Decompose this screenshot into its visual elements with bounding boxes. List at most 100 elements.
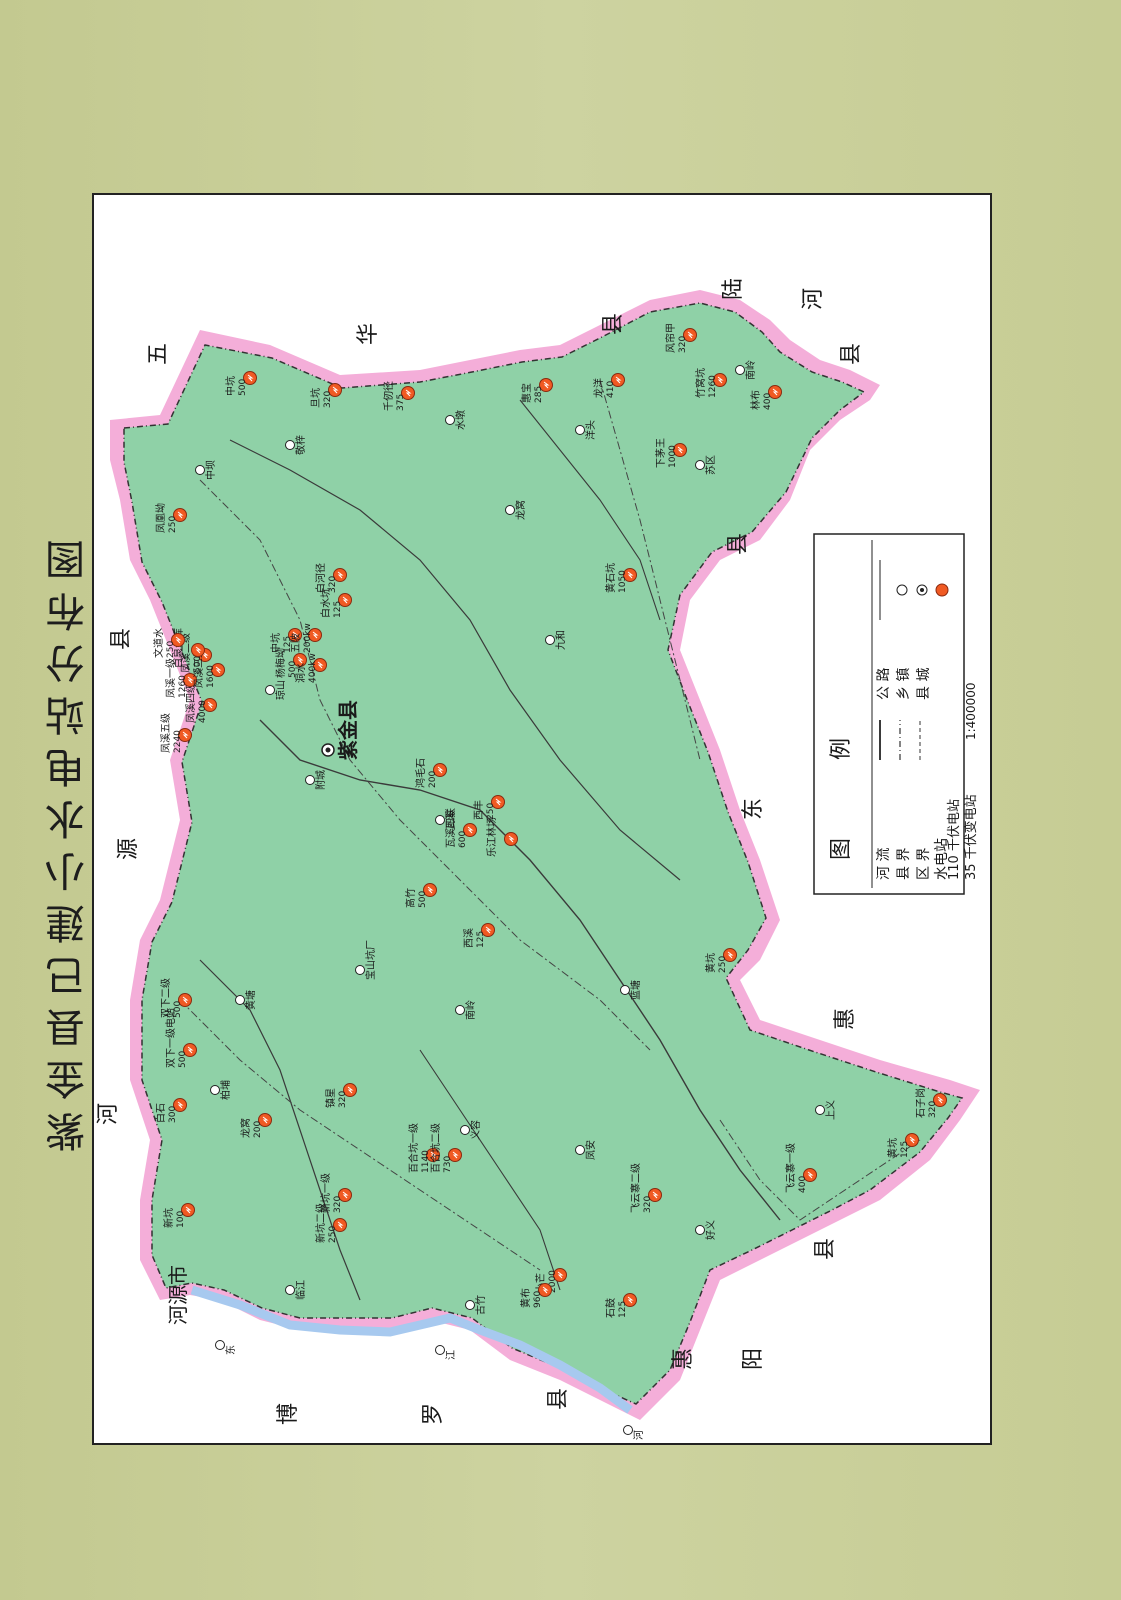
- town-label: 东: [224, 1345, 237, 1355]
- neighbor-label: 县: [546, 1388, 571, 1410]
- station-name: 惠宝: [520, 383, 533, 403]
- station-capacity: 320: [928, 1101, 938, 1118]
- station-name: 中坑: [224, 376, 237, 396]
- station-name: 五陂: [289, 633, 302, 653]
- town-icon: [620, 985, 630, 995]
- town-icon: [505, 505, 515, 515]
- station-capacity: 1140: [421, 1150, 431, 1173]
- station-capacity: 125: [333, 601, 343, 618]
- station-capacity: 200: [428, 771, 438, 788]
- station-capacity: 320: [338, 1091, 348, 1108]
- town-label: 凤安: [584, 1140, 597, 1160]
- town-label: 中坝: [204, 460, 217, 480]
- station-name: 黄坑: [886, 1138, 899, 1158]
- town-icon: [195, 465, 205, 475]
- station-name: 千仞径: [382, 381, 395, 411]
- neighbor-label: 河: [96, 1103, 121, 1125]
- town-icon: [465, 1300, 475, 1310]
- station-capacity: 250: [328, 1226, 338, 1243]
- station-capacity: 1600: [206, 665, 216, 688]
- map-canvas: 河 源 县 五 华 县 陆 河 县 东 县 惠 县 阳 惠 县 罗 博 河源市 …: [96, 278, 980, 1440]
- station-capacity: 320: [328, 576, 338, 593]
- legend-town-symbol: [896, 584, 908, 596]
- station-name: 石鼓: [604, 1298, 617, 1318]
- neighbor-label-city: 河源市: [166, 1265, 190, 1325]
- station-capacity: 250: [166, 641, 176, 658]
- town-icon: [575, 1145, 585, 1155]
- station-name: 新坑一级: [319, 1173, 332, 1213]
- town-label: 古竹: [474, 1295, 487, 1315]
- station-capacity: 500: [173, 1001, 183, 1018]
- town-label: 临江: [294, 1280, 307, 1300]
- station-name: 白石: [154, 1103, 167, 1123]
- station-name: 西丰: [472, 800, 485, 820]
- town-icon: [695, 460, 705, 470]
- legend-110kv-label: 110 千伏电站: [947, 799, 962, 880]
- station-name: 乐江林场: [485, 817, 498, 857]
- legend: 图 例 河 流 公 路 县 界 乡 镇 区 界 县 城 水电站 110 千伏电站…: [813, 533, 979, 895]
- station-name: 黄布: [519, 1288, 532, 1308]
- town-icon: [305, 775, 315, 785]
- legend-station-symbol: [935, 583, 949, 597]
- station-name: 龙洋: [592, 378, 605, 398]
- town-label: 好义: [705, 1220, 717, 1240]
- station-name: 洞水: [295, 663, 307, 683]
- legend-town-label: 乡 镇: [896, 668, 912, 700]
- neighbor-label: 县: [601, 313, 626, 335]
- station-capacity: 320: [643, 1196, 653, 1213]
- station-capacity: 500: [178, 1051, 188, 1068]
- station-capacity: 410: [606, 381, 616, 398]
- town-icon: [445, 415, 455, 425]
- town-label: 柏埔: [219, 1080, 232, 1100]
- town-icon: [735, 365, 745, 375]
- station-capacity: 320: [323, 391, 333, 408]
- town-label: 洋头: [584, 420, 597, 440]
- station-name: 百合坑二级: [429, 1123, 442, 1173]
- town-icon: [815, 1105, 825, 1115]
- town-icon: [435, 815, 445, 825]
- station-capacity: 320: [678, 336, 688, 353]
- neighbor-label: 陆: [721, 278, 746, 300]
- station-name: 高竹: [404, 888, 417, 908]
- town-label: 黄塘: [244, 990, 257, 1010]
- neighbor-label: 罗: [421, 1403, 446, 1425]
- station-name: 黄坑: [704, 953, 717, 973]
- station-capacity: 200: [253, 1121, 263, 1138]
- town-label: 江: [445, 1350, 457, 1360]
- legend-county-line-label: 县 界: [896, 848, 912, 880]
- station-capacity: 1000: [668, 445, 678, 468]
- neighbor-label: 县: [109, 628, 134, 650]
- town-icon: [235, 995, 245, 1005]
- town-icon: [545, 635, 555, 645]
- neighbor-label: 阳: [741, 1348, 766, 1370]
- town-label: 义容: [469, 1120, 482, 1140]
- station-capacity: 250: [168, 516, 178, 533]
- station-capacity: 300: [168, 1106, 178, 1123]
- station-capacity: 400: [798, 1176, 808, 1193]
- station-name: 飞云寨二级: [629, 1163, 642, 1213]
- station-capacity: 375: [396, 394, 406, 411]
- station-name: 白河径: [314, 563, 327, 593]
- station-capacity: 1260: [708, 375, 718, 398]
- neighbor-label: 博: [276, 1403, 301, 1425]
- station-capacity: 600: [458, 831, 468, 848]
- station-capacity: 250: [718, 956, 728, 973]
- station-name: 竹窝坑: [694, 368, 707, 398]
- station-capacity: 500: [418, 891, 428, 908]
- town-label: 南岭: [744, 360, 757, 380]
- station-name: 飞云寨一级: [784, 1143, 797, 1193]
- station-name: 石子岗: [915, 1088, 927, 1118]
- station-capacity: 125: [476, 931, 486, 948]
- town-icon: [435, 1345, 445, 1355]
- legend-heading-2: 例: [829, 738, 854, 760]
- neighbor-label: 惠: [671, 1348, 696, 1370]
- station-capacity: 960: [533, 1291, 543, 1308]
- town-icon: [355, 965, 365, 975]
- station-name: 下茅王: [655, 438, 667, 468]
- neighbor-label: 源: [116, 838, 141, 860]
- station-capacity: 1050: [618, 570, 628, 593]
- station-capacity: 125: [618, 1301, 628, 1318]
- town-icon: [210, 1085, 220, 1095]
- town-icon: [265, 685, 275, 695]
- legend-river-label: 河 流: [876, 848, 892, 880]
